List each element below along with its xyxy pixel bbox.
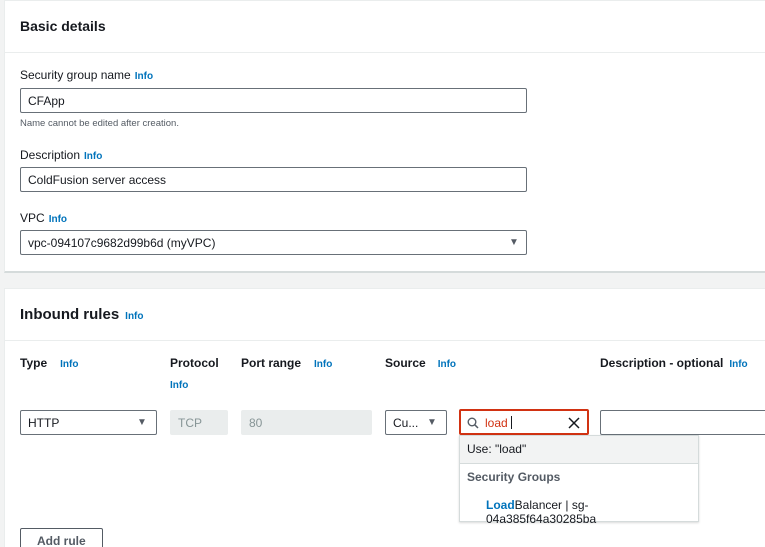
inbound-info-link[interactable]: Info bbox=[125, 311, 143, 322]
port-range-field: 80 bbox=[241, 410, 372, 435]
source-search-input[interactable]: load bbox=[459, 409, 589, 435]
type-info-link[interactable]: Info bbox=[60, 359, 78, 370]
type-select-value: HTTP bbox=[28, 416, 60, 430]
source-dropdown: Use: "load" Security Groups LoadBalancer… bbox=[459, 435, 699, 526]
basic-details-header: Basic details bbox=[5, 1, 765, 53]
col-port-range-header: Port range Info bbox=[241, 356, 333, 370]
text-cursor bbox=[511, 416, 512, 429]
security-groups-header: Security Groups bbox=[467, 470, 561, 484]
search-icon bbox=[467, 417, 479, 429]
source-info-link[interactable]: Info bbox=[438, 359, 456, 370]
source-search-text: load bbox=[485, 416, 508, 430]
vpc-select-value: vpc-094107c9682d99b6d (myVPC) bbox=[28, 236, 216, 250]
col-description-header: Description - optional Info bbox=[600, 356, 748, 370]
sg-name-label: Security group name Info bbox=[20, 68, 154, 82]
protocol-field: TCP bbox=[170, 410, 228, 435]
protocol-info-link[interactable]: Info bbox=[170, 380, 219, 391]
description-col-info-link[interactable]: Info bbox=[729, 359, 747, 370]
description-label: Description Info bbox=[20, 148, 103, 162]
add-rule-button[interactable]: Add rule bbox=[20, 528, 103, 547]
dropdown-divider bbox=[460, 463, 698, 464]
inbound-rules-title: Inbound rules bbox=[20, 306, 120, 323]
sg-name-info-link[interactable]: Info bbox=[135, 71, 153, 82]
source-type-select[interactable]: Cu... bbox=[385, 410, 447, 435]
type-caret-down-icon: ▼ bbox=[137, 417, 147, 428]
option-match-text: Load bbox=[486, 498, 515, 512]
security-group-option[interactable]: LoadBalancer | sg-04a385f64a30285ba bbox=[460, 498, 698, 526]
description-input[interactable]: ColdFusion server access bbox=[20, 167, 527, 192]
basic-details-panel: Basic details Security group name Info CF… bbox=[4, 0, 765, 273]
sg-name-hint: Name cannot be edited after creation. bbox=[20, 118, 179, 129]
inbound-rules-panel: Inbound rules Info Type Info Protocol Info… bbox=[4, 288, 765, 547]
use-value-option[interactable]: Use: "load" bbox=[460, 436, 698, 463]
inbound-rules-header: Inbound rules Info bbox=[5, 289, 765, 341]
vpc-select[interactable]: vpc-094107c9682d99b6d (myVPC) bbox=[20, 230, 527, 255]
col-type-header: Type Info bbox=[20, 356, 79, 370]
description-info-link[interactable]: Info bbox=[84, 151, 102, 162]
vpc-label: VPC Info bbox=[20, 211, 68, 225]
vpc-info-link[interactable]: Info bbox=[49, 214, 67, 225]
source-caret-down-icon: ▼ bbox=[427, 417, 437, 428]
col-source-header: Source Info bbox=[385, 356, 457, 370]
basic-details-title: Basic details bbox=[20, 18, 106, 34]
vpc-caret-down-icon: ▼ bbox=[509, 237, 519, 248]
clear-icon[interactable] bbox=[568, 417, 580, 429]
port-range-info-link[interactable]: Info bbox=[314, 359, 332, 370]
sg-name-input[interactable]: CFApp bbox=[20, 88, 527, 113]
col-protocol-header: Protocol Info bbox=[170, 356, 219, 391]
rule-description-input[interactable] bbox=[600, 410, 765, 435]
source-type-value: Cu... bbox=[393, 416, 419, 430]
